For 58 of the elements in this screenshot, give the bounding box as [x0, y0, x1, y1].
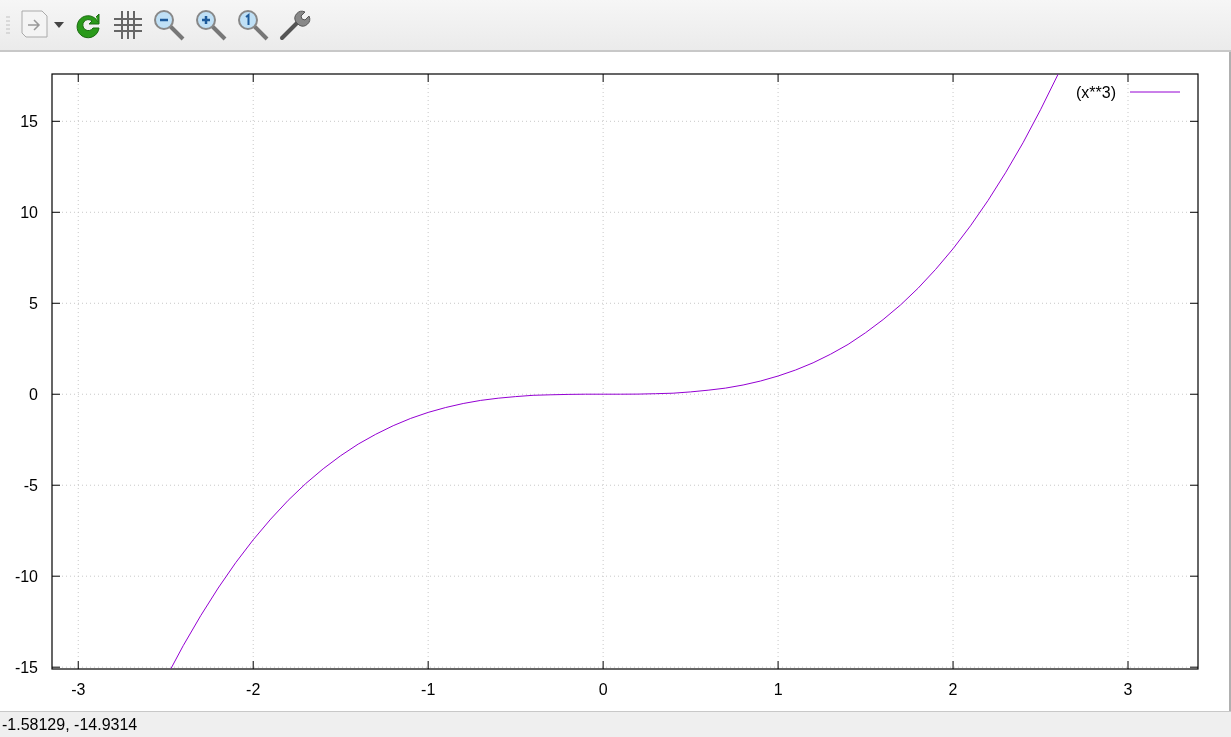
tick-mark [427, 73, 429, 83]
tick-mark [1189, 575, 1199, 577]
x-tick-label: 1 [773, 681, 783, 698]
tick-mark [77, 660, 79, 670]
tick-mark [252, 660, 254, 670]
tick-mark [1189, 302, 1199, 304]
document-arrow-icon [18, 9, 50, 41]
tick-mark [952, 73, 954, 83]
tick-mark [777, 660, 779, 670]
caret-icon [54, 22, 64, 28]
legend-label: (x**3) [1076, 84, 1116, 101]
tick-mark [51, 211, 61, 213]
tick-mark [427, 660, 429, 670]
tick-mark [1189, 393, 1199, 395]
tick-mark [77, 73, 79, 83]
zoom-out-button[interactable] [152, 8, 186, 42]
zoom-reset-button[interactable] [236, 8, 270, 42]
tick-mark [777, 73, 779, 83]
x-tick-label: -2 [246, 681, 261, 698]
y-tick-label: -10 [14, 568, 38, 586]
tick-mark [952, 660, 954, 670]
y-tick-label: 15 [20, 113, 38, 131]
tick-mark [252, 73, 254, 83]
tick-mark [51, 302, 61, 304]
tick-mark [51, 484, 61, 486]
x-tick-label: 0 [598, 681, 608, 698]
y-tick-label: -15 [14, 659, 38, 677]
tick-mark [51, 666, 61, 668]
export-button[interactable] [18, 9, 64, 41]
tick-mark [51, 575, 61, 577]
cursor-coordinates: -1.58129, -14.9314 [2, 714, 138, 735]
grid-icon [112, 9, 144, 41]
zoom-out-icon [152, 8, 186, 42]
x-tick-label: 3 [1123, 681, 1133, 698]
tick-mark [602, 660, 604, 670]
y-tick-label: -5 [23, 477, 38, 495]
grid-button[interactable] [112, 9, 144, 41]
x-tick-label: -1 [421, 681, 436, 698]
y-tick-label: 0 [29, 386, 38, 404]
magnifier-one-icon [236, 8, 270, 42]
zoom-in-icon [194, 8, 228, 42]
tick-mark [51, 120, 61, 122]
legend-line [1129, 91, 1181, 93]
x-tick-label: 2 [948, 681, 958, 698]
y-tick-label: 5 [29, 295, 38, 313]
x-tick-label: -3 [71, 681, 86, 698]
tick-mark [1189, 211, 1199, 213]
tick-mark [1189, 666, 1199, 668]
tick-mark [1189, 484, 1199, 486]
zoom-in-button[interactable] [194, 8, 228, 42]
wrench-icon [278, 8, 312, 42]
tick-mark [1189, 120, 1199, 122]
tick-mark [1127, 73, 1129, 83]
tick-mark [51, 393, 61, 395]
settings-button[interactable] [278, 8, 312, 42]
tick-mark [602, 73, 604, 83]
y-tick-label: 10 [20, 204, 38, 222]
tick-mark [1127, 660, 1129, 670]
